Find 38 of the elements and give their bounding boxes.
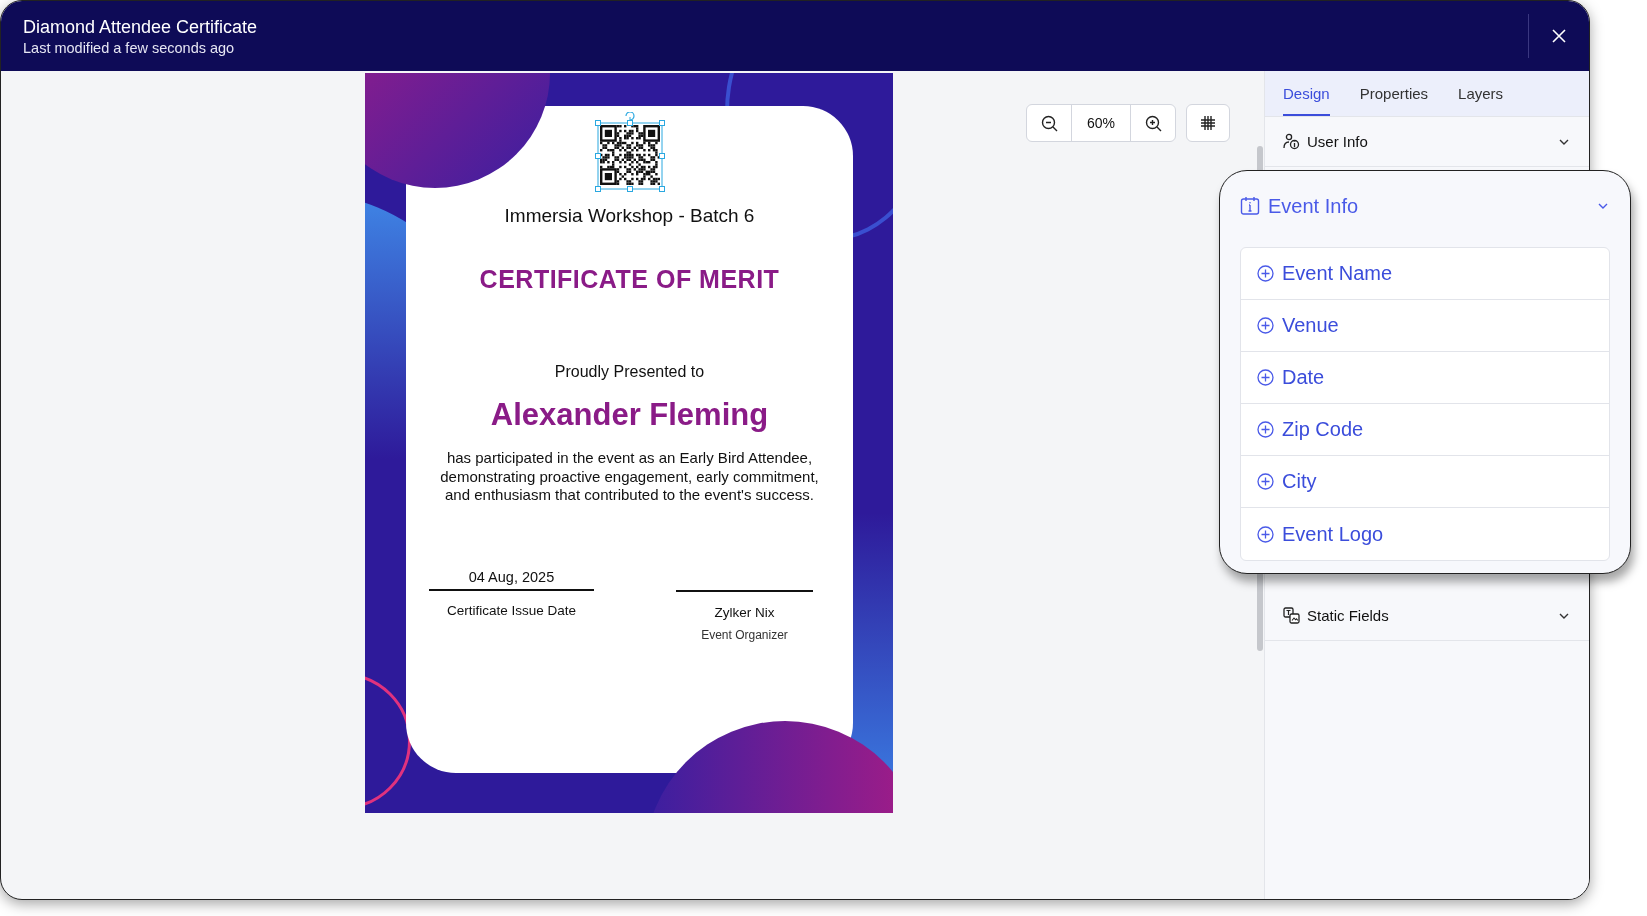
- add-icon[interactable]: [1257, 265, 1274, 282]
- zoom-in-icon[interactable]: [1144, 114, 1162, 132]
- field-item[interactable]: Event Name: [1241, 248, 1609, 300]
- panel-tab[interactable]: Layers: [1458, 73, 1504, 116]
- panel-tab[interactable]: Design: [1283, 73, 1330, 116]
- window-title: Diamond Attendee Certificate: [23, 16, 259, 38]
- field-item[interactable]: Event Logo: [1241, 508, 1609, 560]
- field-item[interactable]: City: [1241, 456, 1609, 508]
- event-title: Immersia Workshop - Batch 6: [504, 205, 755, 227]
- zoom-level: 60%: [1071, 105, 1131, 141]
- add-icon[interactable]: [1257, 421, 1274, 438]
- certificate-heading: CERTIFICATE OF MERIT: [479, 265, 780, 294]
- zoom-out-icon[interactable]: [1040, 114, 1058, 132]
- field-item[interactable]: Date: [1241, 352, 1609, 404]
- add-icon[interactable]: [1257, 525, 1274, 543]
- signer-role: Event Organizer: [701, 627, 788, 642]
- description-text: has participated in the event as an Early Bird Attendee, demonstrating proactive engagement, early commitment, and enthusiasm that contributed to the event's success.: [439, 449, 820, 505]
- signer-name: Zylker Nix: [714, 604, 775, 620]
- text-fields-icon: [1283, 607, 1300, 624]
- close-icon[interactable]: [1551, 28, 1567, 44]
- grid-icon[interactable]: [1200, 115, 1216, 131]
- field-item[interactable]: Venue: [1241, 300, 1609, 352]
- section-header[interactable]: Static Fields: [1265, 591, 1589, 641]
- user-info-icon: [1283, 133, 1300, 150]
- window-subtitle: Last modified a few seconds ago: [23, 39, 236, 56]
- issue-date-label: Certificate Issue Date: [446, 602, 577, 618]
- section-header[interactable]: User Info: [1265, 117, 1589, 167]
- add-icon[interactable]: [1257, 317, 1274, 334]
- calendar-info-icon: [1240, 196, 1260, 216]
- recipient-name: Alexander Fleming: [490, 397, 769, 433]
- presented-to-text: Proudly Presented to: [554, 363, 705, 381]
- panel-tab[interactable]: Properties: [1359, 73, 1429, 116]
- add-icon[interactable]: [1257, 473, 1274, 490]
- section-header[interactable]: Event Info: [1240, 171, 1610, 241]
- add-icon[interactable]: [1257, 369, 1274, 386]
- field-item[interactable]: Zip Code: [1241, 404, 1609, 456]
- grid-button[interactable]: [1186, 104, 1230, 142]
- issue-date: 04 Aug, 2025: [429, 568, 594, 591]
